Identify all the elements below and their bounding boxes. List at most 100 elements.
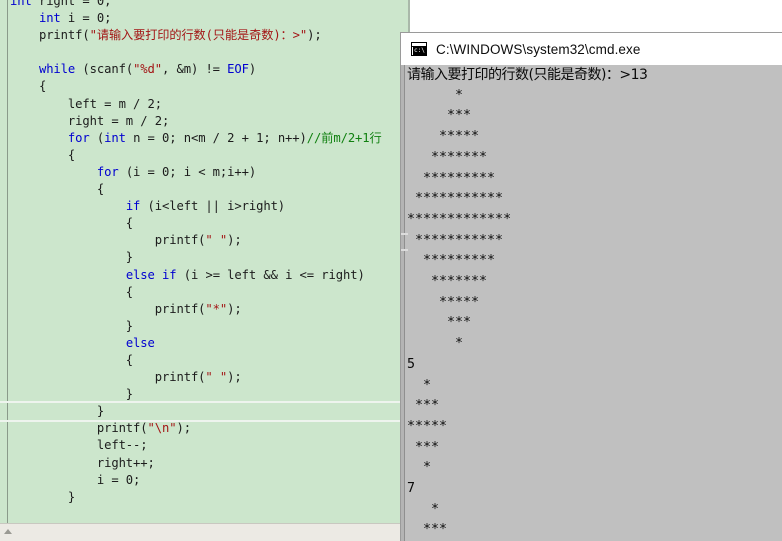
code-token: "\n" [147, 421, 177, 436]
code-line: { [10, 147, 410, 164]
code-token: while [38, 62, 76, 77]
code-token: " " [205, 370, 228, 385]
code-line: int i = 0; [10, 10, 410, 27]
code-line: right++; [10, 455, 410, 472]
cmd-output-line: *** [407, 398, 440, 414]
cmd-console-output-area[interactable]: 请输入要打印的行数(只能是奇数)：>13 * *** ***** *******… [401, 65, 782, 541]
code-token: int [104, 130, 126, 145]
cmd-output-line: * [407, 501, 440, 517]
code-line: } [0, 401, 404, 423]
code-token: "*" [205, 301, 228, 316]
cmd-output-line: *** [407, 315, 472, 331]
code-line: { [10, 284, 410, 301]
code-line: } [10, 318, 410, 335]
code-line: left = m / 2; [10, 96, 410, 113]
cmd-output-line: ******* [407, 149, 488, 165]
code-token: i = 0; [60, 11, 112, 26]
editor-bottom-status-strip [0, 523, 410, 541]
code-line: { [10, 181, 410, 198]
code-token: right++; [10, 455, 155, 470]
cmd-output-line: ********* [407, 170, 496, 186]
code-token: ); [176, 421, 191, 436]
code-token: EOF [227, 62, 249, 77]
cmd-output-line: *** [407, 522, 448, 538]
cmd-output-line: *********** [407, 191, 504, 207]
cmd-output-line: 5 [407, 356, 416, 372]
code-line: for (i = 0; i < m;i++) [10, 164, 410, 181]
code-token: for [67, 130, 90, 145]
code-line: { [10, 215, 410, 232]
code-token: { [10, 79, 47, 94]
code-line: int right = 0; [10, 0, 410, 10]
code-token: ); [227, 233, 242, 248]
code-token: } [10, 404, 105, 419]
cmd-output-line: 7 [407, 481, 416, 497]
code-line: for (int n = 0; n<m / 2 + 1; n++)//前m/2+… [10, 130, 410, 147]
code-token: printf( [10, 370, 206, 385]
cmd-window-title: C:\WINDOWS\system32\cmd.exe [436, 41, 641, 57]
code-line: else [10, 335, 410, 352]
cmd-output-line: * [407, 377, 432, 393]
cmd-console-text: 请输入要打印的行数(只能是奇数)：>13 * *** ***** *******… [407, 65, 648, 541]
code-token: //前m/2+1行 [306, 130, 382, 145]
cmd-output-line: 请输入要打印的行数(只能是奇数)：>13 [407, 67, 648, 83]
code-line: right = m / 2; [10, 113, 410, 130]
code-token: printf( [10, 28, 90, 43]
code-line: while (scanf("%d", &m) != EOF) [10, 61, 410, 78]
code-token: printf( [10, 233, 206, 248]
code-token: { [10, 147, 76, 162]
code-token: int [38, 11, 61, 26]
cmd-output-line: *********** [407, 232, 504, 248]
code-line: else if (i >= left && i <= right) [10, 267, 410, 284]
code-token: { [10, 284, 134, 299]
code-token: ); [227, 301, 242, 316]
cmd-title-bar[interactable]: C:\WINDOWS\system32\cmd.exe [401, 33, 782, 65]
cmd-output-line: * [407, 336, 464, 352]
code-token: " " [205, 233, 228, 248]
code-token: left--; [10, 438, 148, 453]
cmd-output-line: ***** [407, 129, 480, 145]
code-line: if (i<left || i>right) [10, 198, 410, 215]
code-token: int [10, 0, 32, 8]
code-line: } [10, 489, 410, 506]
code-line: } [10, 249, 410, 266]
code-line: i = 0; [10, 472, 410, 489]
code-token: { [10, 182, 105, 197]
code-token: } [10, 318, 134, 333]
editor-gutter-divider [7, 0, 8, 524]
code-token: printf( [10, 301, 206, 316]
code-token: (scanf( [75, 62, 134, 77]
cmd-output-line: ***** [407, 418, 448, 434]
code-line: printf(" "); [10, 369, 410, 386]
code-line: printf("请输入要打印的行数(只能是奇数)：>"); [10, 27, 410, 44]
code-line: left--; [10, 437, 410, 454]
cmd-output-line: *** [407, 108, 472, 124]
source-code-text[interactable]: int right = 0; int i = 0; printf("请输入要打印… [0, 0, 410, 541]
code-token: (i = 0; i < m;i++) [118, 164, 257, 179]
code-token: ); [227, 370, 242, 385]
cmd-output-line: *** [407, 439, 440, 455]
cmd-output-line: ********* [407, 253, 496, 269]
code-line: printf(" "); [10, 232, 410, 249]
code-token: , &m) != [162, 62, 228, 77]
code-token: n = 0; n<m / 2 + 1; n++) [125, 130, 307, 145]
code-token: { [10, 352, 134, 367]
cmd-console-icon [411, 42, 427, 56]
cmd-console-window[interactable]: C:\WINDOWS\system32\cmd.exe 请输入要打印的行数(只能… [400, 32, 782, 541]
cmd-output-line: * [407, 460, 432, 476]
code-token: (i<left || i>right) [140, 199, 286, 214]
code-token: if [125, 199, 141, 214]
code-token: ( [89, 130, 105, 145]
code-editor-pane[interactable]: int right = 0; int i = 0; printf("请输入要打印… [0, 0, 410, 541]
code-token: else [125, 335, 155, 350]
code-token: } [10, 489, 76, 504]
